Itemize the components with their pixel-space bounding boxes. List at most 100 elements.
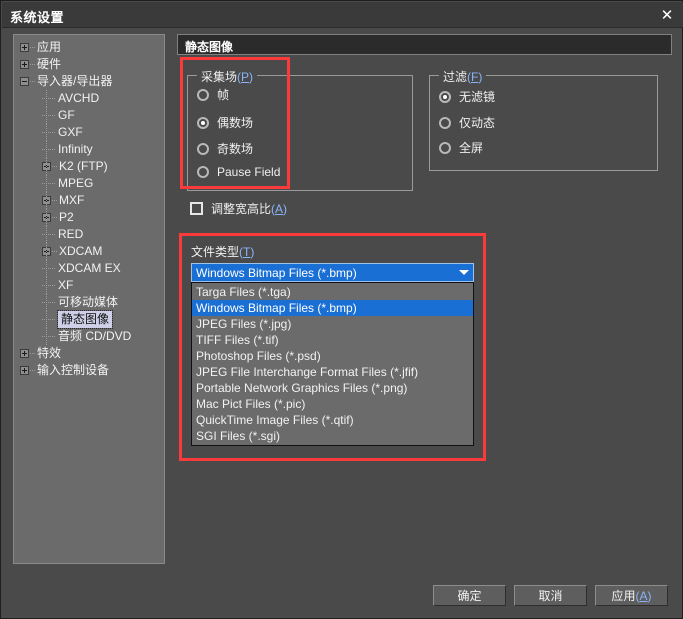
tree-item--[interactable]: 特效 bbox=[14, 345, 164, 362]
file-type-dropdown-list[interactable]: Targa Files (*.tga) Windows Bitmap Files … bbox=[191, 282, 474, 446]
tree-item--[interactable]: 硬件 bbox=[14, 56, 164, 73]
expand-icon[interactable] bbox=[20, 349, 29, 358]
tree-item-label: 硬件 bbox=[37, 57, 62, 71]
tree-item-gxf[interactable]: GXF bbox=[14, 124, 164, 141]
tree-item--[interactable]: 输入控制设备 bbox=[14, 362, 164, 379]
tree-connector bbox=[42, 183, 56, 184]
tree-item-label: AVCHD bbox=[58, 91, 100, 105]
tree-connector bbox=[42, 285, 56, 286]
tree-item--[interactable]: 静态图像 bbox=[14, 310, 164, 329]
tree-connector-vertical bbox=[46, 175, 47, 192]
radio-icon bbox=[197, 117, 209, 129]
file-type-option[interactable]: Mac Pict Files (*.pic) bbox=[192, 396, 473, 412]
tree-item--cd-dvd[interactable]: 音频 CD/DVD bbox=[14, 328, 164, 345]
tree-item-p2[interactable]: P2 bbox=[14, 209, 164, 226]
tree-item-label: Infinity bbox=[58, 142, 93, 156]
expand-icon[interactable] bbox=[20, 43, 29, 52]
tree-item-label: MPEG bbox=[58, 176, 94, 190]
tree-item-label: 可移动媒体 bbox=[58, 295, 119, 309]
file-type-label: 文件类型(T) bbox=[191, 245, 255, 259]
file-type-option[interactable]: Photoshop Files (*.psd) bbox=[192, 348, 473, 364]
tree-connector-vertical bbox=[46, 277, 47, 294]
tree-item-xdcam[interactable]: XDCAM bbox=[14, 243, 164, 260]
tree-item-label: MXF bbox=[59, 193, 85, 207]
tree-item-mxf[interactable]: MXF bbox=[14, 192, 164, 209]
apply-button[interactable]: 应用 (A) bbox=[595, 585, 668, 606]
tree-item-label: P2 bbox=[59, 210, 74, 224]
file-type-option[interactable]: Targa Files (*.tga) bbox=[192, 284, 473, 300]
tree-connector-vertical bbox=[46, 294, 47, 311]
tree-item-label: 应用 bbox=[37, 40, 62, 54]
tree-item-label: 输入控制设备 bbox=[37, 363, 110, 377]
panel-title: 静态图像 bbox=[185, 40, 234, 54]
tree-item-label: 特效 bbox=[37, 346, 62, 360]
tree-item-red[interactable]: RED bbox=[14, 226, 164, 243]
title-bar: 系统设置 ✕ bbox=[2, 2, 683, 28]
panel-header: 静态图像 bbox=[177, 34, 672, 55]
tree-connector bbox=[42, 234, 56, 235]
tree-item-label: 导入器/导出器 bbox=[37, 74, 113, 88]
ok-button[interactable]: 确定 bbox=[433, 585, 506, 606]
tree-item-label: XF bbox=[58, 278, 74, 292]
tree-item-label: 音频 CD/DVD bbox=[58, 329, 132, 343]
tree-item-infinity[interactable]: Infinity bbox=[14, 141, 164, 158]
radio-icon bbox=[197, 166, 209, 178]
chevron-down-icon[interactable] bbox=[455, 265, 472, 280]
tree-connector bbox=[42, 132, 56, 133]
tree-item-mpeg[interactable]: MPEG bbox=[14, 175, 164, 192]
tree-item-label: RED bbox=[58, 227, 84, 241]
tree-connector bbox=[30, 370, 36, 371]
file-type-option[interactable]: JPEG File Interchange Format Files (*.jf… bbox=[192, 364, 473, 380]
radio-icon bbox=[439, 142, 451, 154]
settings-tree-panel[interactable]: 应用硬件导入器/导出器 AVCHD GF GXF Infinity K2 (FTP) MPE… bbox=[13, 34, 165, 564]
settings-window: 系统设置 ✕ 应用硬件导入器/导出器 AVCHD GF GXF Infinity K2 (… bbox=[0, 0, 683, 619]
tree-connector bbox=[52, 217, 58, 218]
tree-connector bbox=[30, 64, 36, 65]
tree-item--[interactable]: 应用 bbox=[14, 39, 164, 56]
tree-item-xf[interactable]: XF bbox=[14, 277, 164, 294]
radio-icon bbox=[439, 117, 451, 129]
adjust-aspect-ratio-label: 调整宽高比(A) bbox=[211, 202, 288, 216]
tree-connector-vertical bbox=[46, 328, 47, 345]
file-type-option[interactable]: SGI Files (*.sgi) bbox=[192, 428, 473, 444]
file-type-option[interactable]: Portable Network Graphics Files (*.png) bbox=[192, 380, 473, 396]
tree-connector bbox=[42, 268, 56, 269]
tree-connector bbox=[30, 81, 36, 82]
tree-item-k2-ftp-[interactable]: K2 (FTP) bbox=[14, 158, 164, 175]
radio-icon bbox=[197, 89, 209, 101]
expand-icon[interactable] bbox=[20, 366, 29, 375]
cancel-button[interactable]: 取消 bbox=[514, 585, 587, 606]
tree-item-label: XDCAM bbox=[59, 244, 103, 258]
tree-item--[interactable]: 导入器/导出器 bbox=[14, 73, 164, 90]
tree-item-label: XDCAM EX bbox=[58, 261, 121, 275]
radio-icon bbox=[197, 143, 209, 155]
tree-item-gf[interactable]: GF bbox=[14, 107, 164, 124]
tree-item-xdcam-ex[interactable]: XDCAM EX bbox=[14, 260, 164, 277]
radio-icon bbox=[439, 91, 451, 103]
file-type-combobox[interactable]: Windows Bitmap Files (*.bmp) bbox=[191, 263, 474, 282]
tree-connector bbox=[42, 302, 56, 303]
tree-connector-vertical bbox=[46, 158, 47, 175]
file-type-option[interactable]: Windows Bitmap Files (*.bmp) bbox=[192, 300, 473, 316]
tree-connector bbox=[42, 319, 56, 320]
tree-item-label: GF bbox=[58, 108, 75, 122]
tree-item--[interactable]: 可移动媒体 bbox=[14, 294, 164, 311]
file-type-selected-value: Windows Bitmap Files (*.bmp) bbox=[196, 266, 357, 280]
tree-item-label: 静态图像 bbox=[56, 310, 114, 329]
checkbox-icon bbox=[190, 202, 203, 215]
file-type-option[interactable]: TIFF Files (*.tif) bbox=[192, 332, 473, 348]
tree-item-label: K2 (FTP) bbox=[59, 159, 108, 173]
tree-connector bbox=[30, 47, 36, 48]
window-title: 系统设置 bbox=[10, 10, 65, 25]
collapse-icon[interactable] bbox=[20, 77, 29, 86]
tree-item-label: GXF bbox=[58, 125, 83, 139]
tree-item-avchd[interactable]: AVCHD bbox=[14, 90, 164, 107]
tree-connector bbox=[42, 336, 56, 337]
tree-connector-vertical bbox=[46, 141, 47, 158]
tree-connector-vertical bbox=[46, 260, 47, 277]
close-icon[interactable]: ✕ bbox=[656, 5, 678, 25]
tree-connector-vertical bbox=[46, 192, 47, 209]
file-type-option[interactable]: JPEG Files (*.jpg) bbox=[192, 316, 473, 332]
file-type-option[interactable]: QuickTime Image Files (*.qtif) bbox=[192, 412, 473, 428]
expand-icon[interactable] bbox=[20, 60, 29, 69]
